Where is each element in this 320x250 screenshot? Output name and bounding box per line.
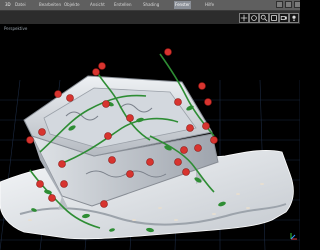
- menu-item-fenster[interactable]: Fenster: [174, 1, 191, 9]
- menu-item-erstellen[interactable]: Erstellen: [114, 1, 132, 9]
- zoom-icon[interactable]: [259, 13, 269, 23]
- app-window: 3D Datei Bearbeiten Objekte Ansicht Erst…: [0, 0, 300, 250]
- move-icon[interactable]: [239, 13, 249, 23]
- maximize-button[interactable]: [285, 1, 292, 8]
- close-button[interactable]: [294, 1, 300, 8]
- menu-item-ansicht[interactable]: Ansicht: [90, 1, 105, 9]
- menu-bar: 3D Datei Bearbeiten Objekte Ansicht Erst…: [0, 0, 300, 11]
- light-icon-glyph: [292, 15, 296, 21]
- menu-item-hilfe[interactable]: Hilfe: [205, 1, 214, 9]
- menu-item-datei[interactable]: Datei: [15, 1, 26, 9]
- camera-icon-glyph: [280, 16, 287, 20]
- viewport[interactable]: [0, 24, 300, 250]
- light-icon[interactable]: [289, 13, 299, 23]
- window-title: 3D: [5, 2, 11, 7]
- camera-icon[interactable]: [279, 13, 289, 23]
- move-icon-glyph: [240, 14, 248, 22]
- menu-item-objekte[interactable]: Objekte: [64, 1, 80, 9]
- rotate-icon-glyph: [251, 15, 257, 21]
- axis-indicator: [290, 233, 297, 240]
- menu-item-shading[interactable]: Shading: [143, 1, 159, 9]
- viewport-label: Perspektive: [4, 26, 28, 31]
- minimize-button[interactable]: [276, 1, 283, 8]
- render-icon[interactable]: [269, 13, 279, 23]
- rotate-icon[interactable]: [249, 13, 259, 23]
- render-icon-glyph: [271, 15, 277, 21]
- zoom-icon-glyph: [260, 14, 268, 22]
- menu-item-bearbeiten[interactable]: Bearbeiten: [39, 1, 61, 9]
